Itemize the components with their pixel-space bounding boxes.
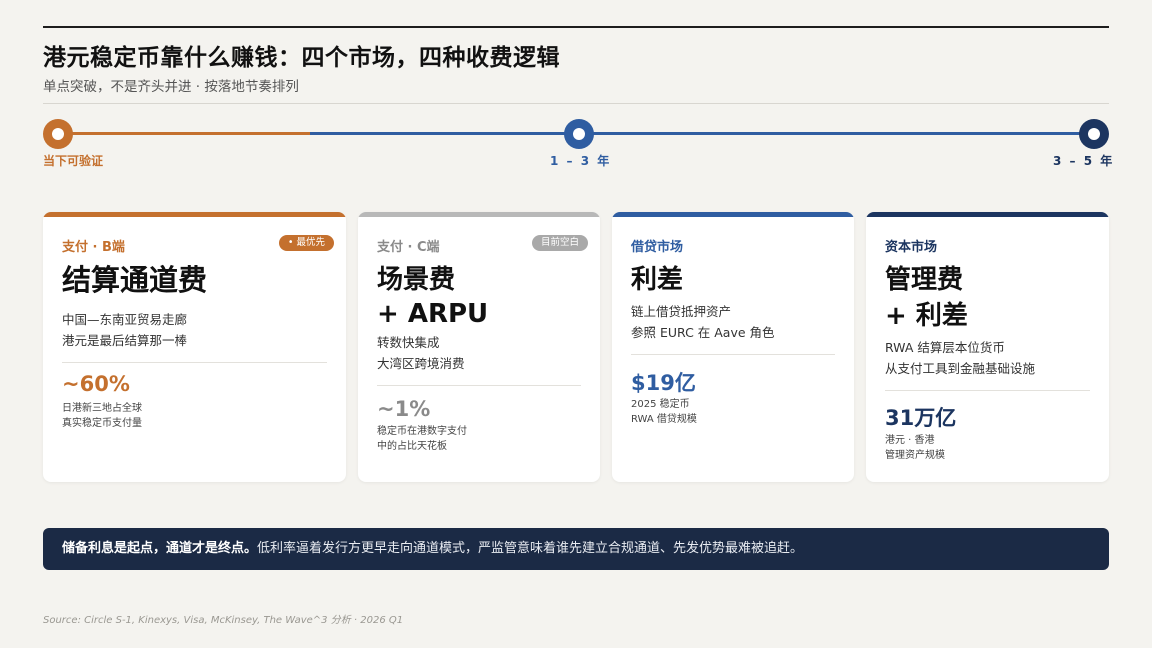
card-payment-c2c: 支付 · C端 目前空白 场景费 + ARPU 转数快集成 大湾区跨境消费 ~1…: [358, 212, 600, 482]
card-category: 支付 · C端: [377, 240, 440, 255]
key-insight-callout: 储备利息是起点，通道才是终点。低利率逼着发行方更早走向通道模式，严监管意味着谁先…: [43, 528, 1109, 570]
card-headline: + 利差: [885, 301, 968, 331]
card-divider: [631, 354, 835, 355]
card-stat-desc: 港元 · 香港: [885, 435, 935, 446]
card-desc-line: 参照 EURC 在 Aave 角色: [631, 325, 775, 340]
node-dot-icon: [52, 128, 64, 140]
timeline-segment-future: [310, 132, 1092, 135]
card-headline: 场景费: [377, 265, 456, 295]
card-stat: 31万亿: [885, 406, 957, 430]
card-stat-desc: 真实稳定币支付量: [62, 418, 142, 429]
card-stat: ~60%: [62, 372, 130, 396]
card-category: 支付 · B端: [62, 240, 125, 255]
card-accent-bar: [43, 212, 346, 217]
card-stat-desc: 中的占比天花板: [377, 441, 447, 452]
node-dot-icon: [573, 128, 585, 140]
timeline-node-far: [1079, 119, 1109, 149]
timeline-label-now: 当下可验证: [43, 154, 104, 168]
card-desc-line: 从支付工具到金融基础设施: [885, 361, 1036, 376]
card-headline: 利差: [631, 265, 684, 295]
timeline-segment-now: [58, 132, 310, 135]
card-divider: [377, 385, 581, 386]
page-title: 港元稳定币靠什么赚钱：四个市场，四种收费逻辑: [43, 45, 560, 71]
card-stat: ~1%: [377, 397, 431, 421]
card-stat-desc: 管理资产规模: [885, 450, 945, 461]
card-stat-desc: 2025 稳定币: [631, 399, 690, 410]
page-subtitle: 单点突破，不是齐头并进 · 按落地节奏排列: [43, 79, 299, 95]
top-rule: [43, 26, 1109, 28]
card-desc-line: 中国—东南亚贸易走廊: [62, 312, 188, 327]
status-badge: 目前空白: [531, 235, 588, 251]
header-divider: [43, 103, 1109, 104]
callout-text: 低利率逼着发行方更早走向通道模式，严监管意味着谁先建立合规通道、先发优势最难被追…: [257, 541, 804, 556]
card-desc-line: RWA 结算层本位货币: [885, 340, 1005, 355]
card-capital-market: 资本市场 管理费 + 利差 RWA 结算层本位货币 从支付工具到金融基础设施 3…: [866, 212, 1109, 482]
card-divider: [885, 390, 1090, 391]
card-stat-desc: 稳定币在港数字支付: [377, 426, 467, 437]
card-desc-line: 大湾区跨境消费: [377, 356, 465, 371]
node-dot-icon: [1088, 128, 1100, 140]
card-desc-line: 港元是最后结算那一棒: [62, 333, 188, 348]
card-desc-line: 链上借贷抵押资产: [631, 304, 732, 319]
timeline-node-mid: [564, 119, 594, 149]
callout-bold: 储备利息是起点，通道才是终点。: [62, 541, 258, 556]
card-headline: 结算通道费: [62, 263, 208, 297]
card-divider: [62, 362, 327, 363]
card-headline: + ARPU: [377, 299, 489, 329]
card-stat: $19亿: [631, 371, 696, 395]
card-payment-b2b: 支付 · B端 • 最优先 结算通道费 中国—东南亚贸易走廊 港元是最后结算那一…: [43, 212, 346, 482]
card-category: 借贷市场: [631, 240, 684, 255]
timeline-node-now: [43, 119, 73, 149]
card-accent-bar: [358, 212, 600, 217]
card-desc-line: 转数快集成: [377, 335, 440, 350]
timeline-label-mid: 1 – 3 年: [550, 154, 612, 168]
card-stat-desc: RWA 借贷规模: [631, 414, 697, 425]
card-category: 资本市场: [885, 240, 938, 255]
card-headline: 管理费: [885, 265, 964, 295]
card-accent-bar: [866, 212, 1109, 217]
card-stat-desc: 日港新三地占全球: [62, 403, 142, 414]
card-accent-bar: [612, 212, 854, 217]
timeline-label-far: 3 – 5 年: [1053, 154, 1115, 168]
card-lending-market: 借贷市场 利差 链上借贷抵押资产 参照 EURC 在 Aave 角色 $19亿 …: [612, 212, 854, 482]
priority-badge: • 最优先: [278, 235, 334, 251]
source-note: Source: Circle S-1, Kinexys, Visa, McKin…: [43, 615, 404, 626]
